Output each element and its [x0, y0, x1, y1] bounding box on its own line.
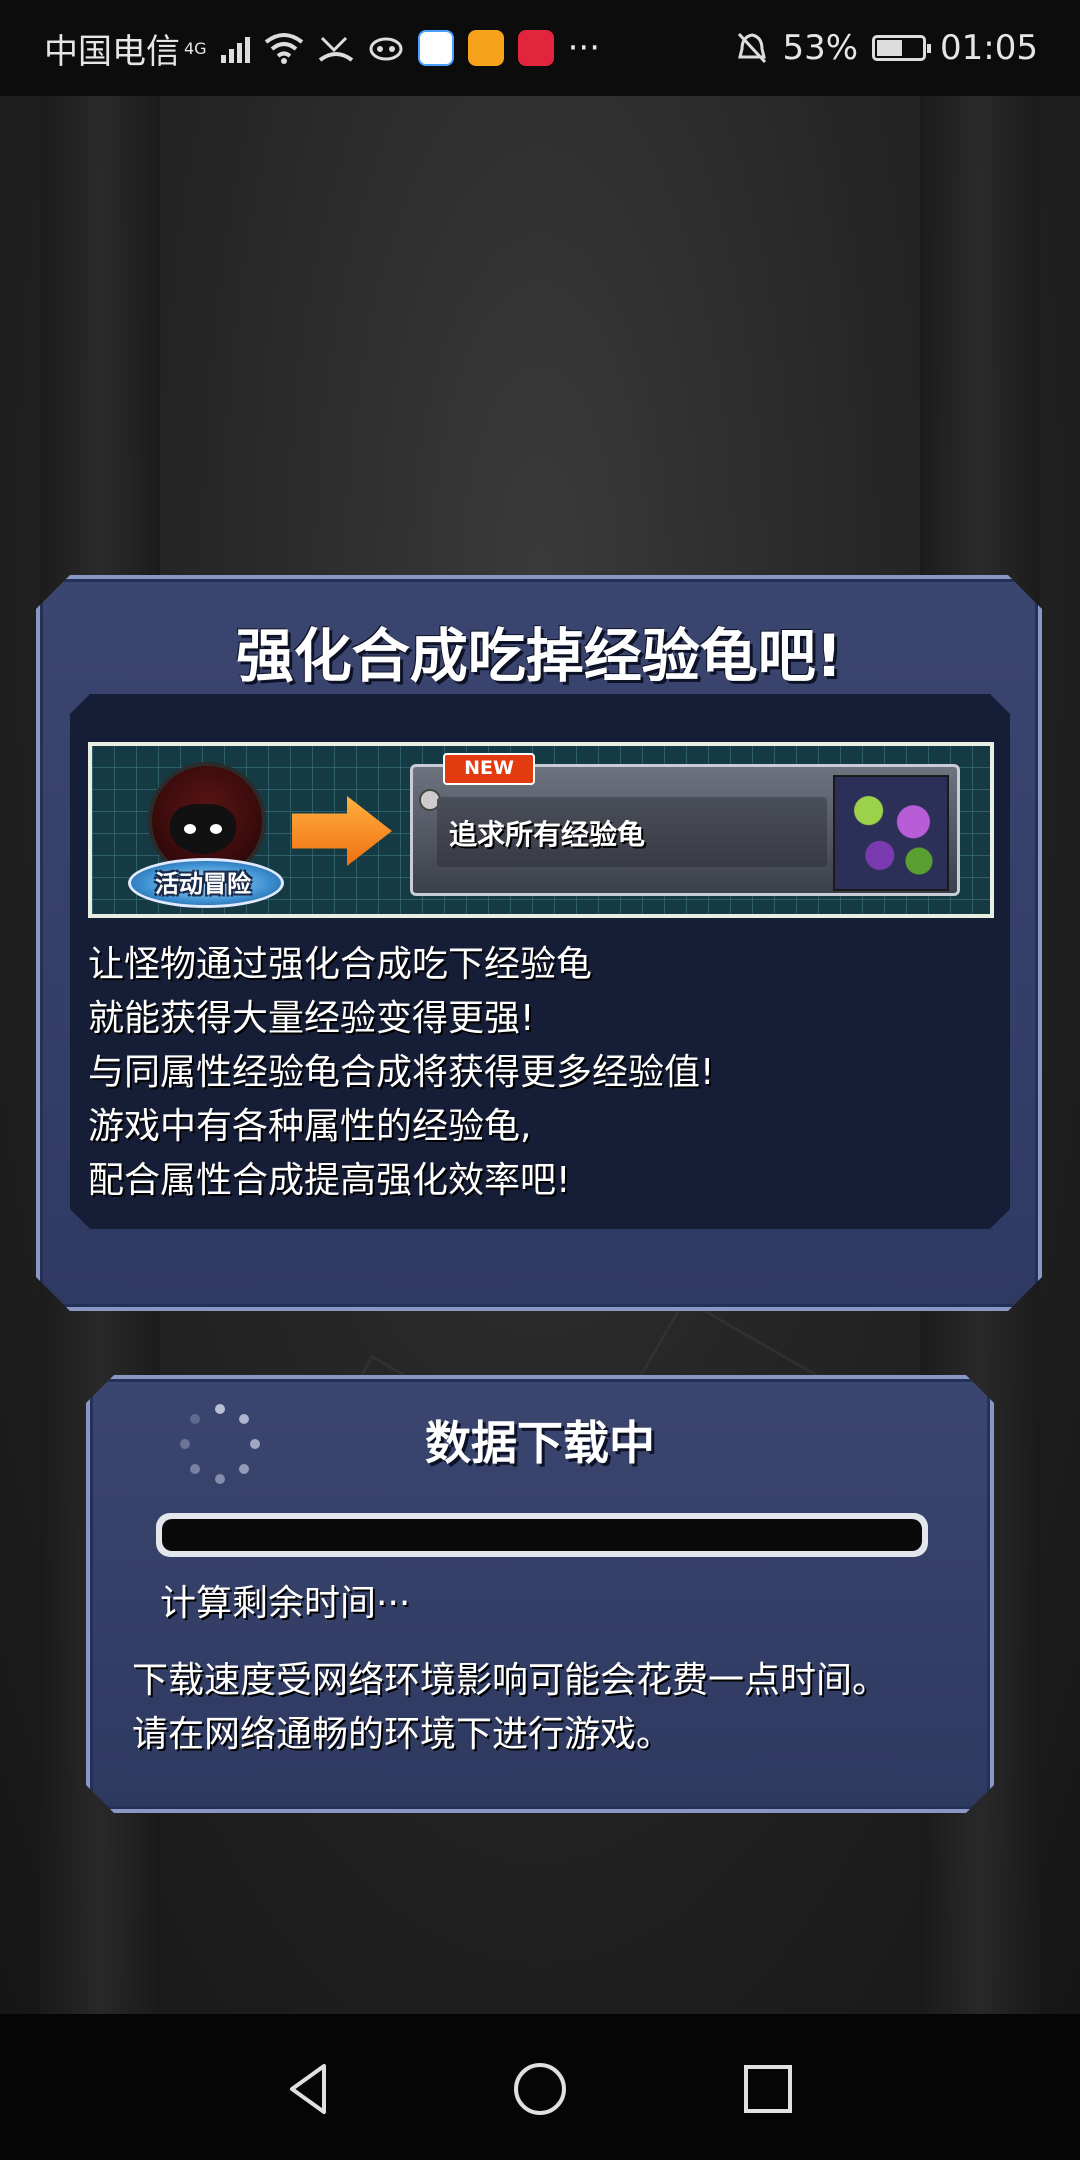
tip-banner: 活动冒险 NEW 追求所有经验龟	[88, 742, 994, 918]
tip-line: 配合属性合成提高强化效率吧!	[88, 1160, 571, 1201]
missed-call-icon	[318, 36, 353, 62]
tip-panel: 强化合成吃掉经验龟吧! 活动冒险 NEW 追求所有经验龟 让怪物通过强化合成吃下…	[36, 575, 1042, 1311]
arrow-right-icon	[292, 796, 392, 866]
exp-turtle-thumbnail	[833, 775, 949, 891]
mute-bell-icon	[738, 32, 767, 64]
wifi-icon	[264, 33, 303, 64]
monster-eye	[184, 824, 196, 834]
monster-eye	[210, 824, 222, 834]
monster-stage-icon: 活动冒险	[128, 762, 278, 902]
note-line: 下载速度受网络环境影响可能会花费一点时间。	[132, 1660, 889, 1701]
tip-line: 就能获得大量经验变得更强!	[88, 998, 535, 1039]
tip-title: 强化合成吃掉经验龟吧!	[235, 622, 843, 690]
carrier-label: 中国电信	[44, 31, 180, 72]
progress-track	[162, 1519, 922, 1551]
remaining-time-label: 计算剩余时间···	[160, 1583, 411, 1624]
quest-name-bar: 追求所有经验龟	[437, 797, 827, 867]
sim-icon	[369, 37, 403, 61]
monster-face	[170, 804, 236, 854]
recent-apps-icon[interactable]	[733, 2054, 803, 2124]
clock: 01:05	[940, 28, 1038, 68]
quest-card: NEW 追求所有经验龟	[410, 764, 960, 896]
note-line: 请在网络通畅的环境下进行游戏。	[132, 1714, 673, 1755]
tip-text: 让怪物通过强化合成吃下经验龟 就能获得大量经验变得更强! 与同属性经验龟合成将获…	[88, 938, 988, 1208]
download-panel: 数据下载中 计算剩余时间··· 下载速度受网络环境影响可能会花费一点时间。 请在…	[86, 1375, 994, 1813]
navigation-bar	[0, 2014, 1080, 2160]
tip-line: 与同属性经验龟合成将获得更多经验值!	[88, 1052, 715, 1093]
tip-line: 游戏中有各种属性的经验龟,	[88, 1106, 532, 1147]
tip-line: 让怪物通过强化合成吃下经验龟	[88, 944, 593, 985]
tip-content: 活动冒险 NEW 追求所有经验龟 让怪物通过强化合成吃下经验龟 就能获得大量经验…	[70, 694, 1010, 1229]
download-note: 下载速度受网络环境影响可能会花费一点时间。 请在网络通畅的环境下进行游戏。	[132, 1654, 972, 1762]
download-title: 数据下载中	[425, 1416, 655, 1470]
status-right: 53% 01:05	[736, 0, 1038, 96]
battery-icon	[872, 35, 932, 61]
stage-label: 活动冒险	[155, 870, 251, 898]
battery-percent: 53%	[782, 28, 859, 68]
download-progress-bar	[156, 1513, 928, 1557]
status-bar: 中国电信 4G ··· 53% 01:05	[0, 0, 1080, 96]
new-badge: NEW	[443, 753, 535, 785]
huawei-icon	[517, 30, 554, 66]
more-indicator: ···	[567, 28, 601, 68]
game-background: 强化合成吃掉经验龟吧! 活动冒险 NEW 追求所有经验龟 让怪物通过强化合成吃下…	[0, 96, 1080, 2014]
wallet-icon	[467, 30, 504, 66]
signal-icon	[220, 33, 250, 63]
app-badge-icon	[417, 30, 454, 66]
network-label: 4G	[184, 38, 207, 58]
status-left: 中国电信 4G ···	[44, 0, 600, 96]
back-icon[interactable]	[274, 2054, 344, 2124]
quest-name: 追求所有经验龟	[449, 818, 646, 851]
home-icon[interactable]	[505, 2054, 575, 2124]
